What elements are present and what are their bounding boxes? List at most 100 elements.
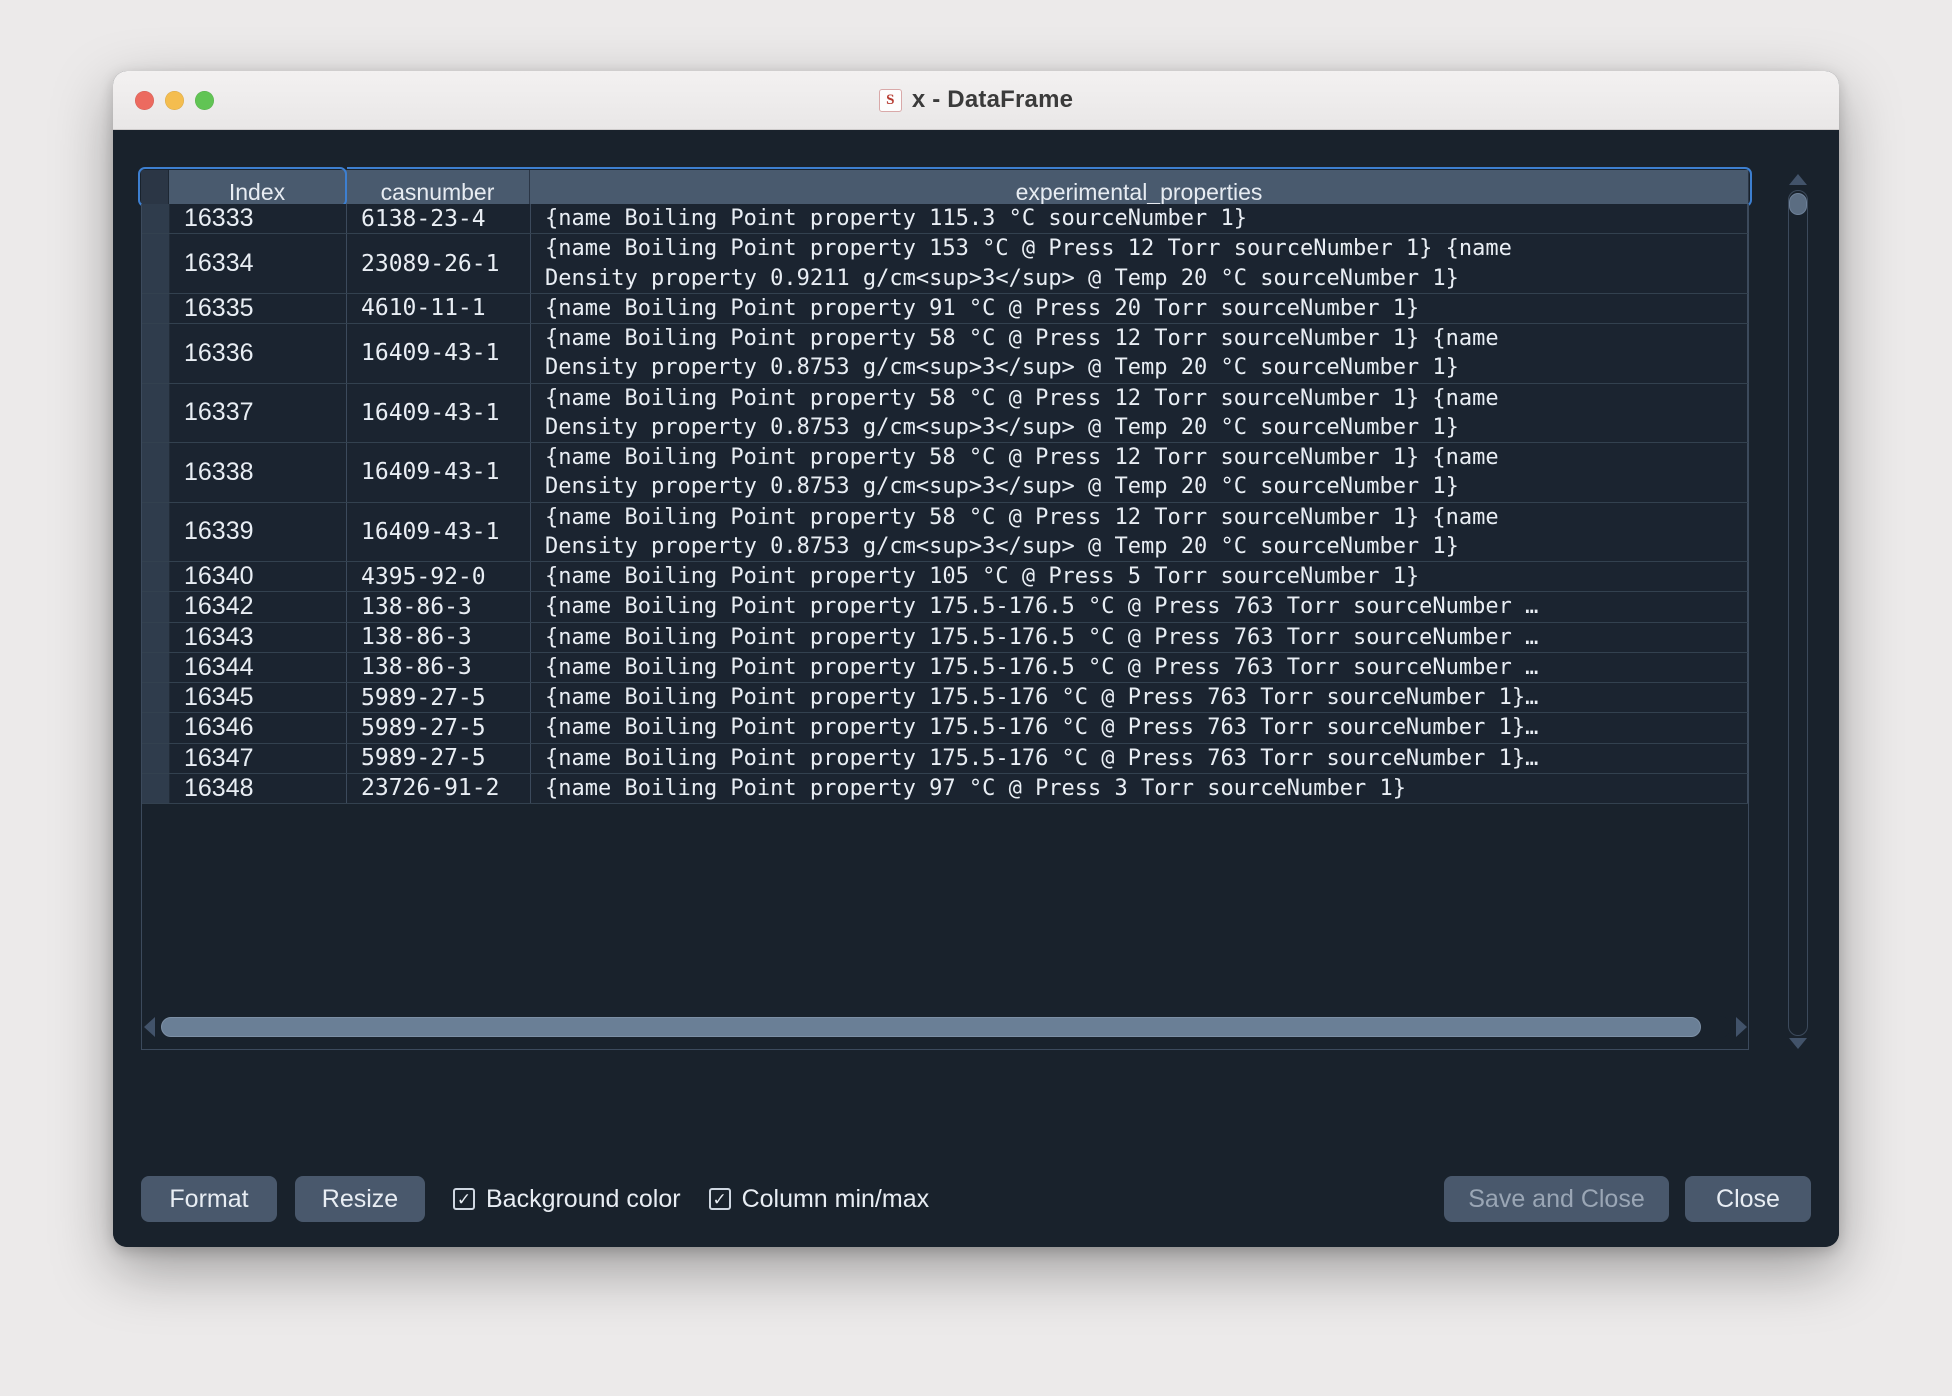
scroll-left-arrow-icon[interactable] (141, 1017, 157, 1037)
table-row[interactable]: 16340 4395-92-0 {name Boiling Point prop… (142, 562, 1748, 593)
close-button[interactable]: Close (1685, 1176, 1811, 1222)
cell-casnumber[interactable]: 5989-27-5 (347, 743, 531, 773)
table-corner-header[interactable] (141, 170, 169, 204)
cell-experimental-properties[interactable]: {name Boiling Point property 91 °C @ Pre… (531, 293, 1748, 323)
row-selector[interactable] (142, 683, 170, 713)
cell-experimental-properties[interactable]: {name Boiling Point property 115.3 °C so… (531, 204, 1748, 234)
cell-experimental-properties[interactable]: {name Boiling Point property 58 °C @ Pre… (531, 502, 1748, 561)
table-row[interactable]: 16344 138-86-3 {name Boiling Point prope… (142, 652, 1748, 683)
table-row[interactable]: 16347 5989-27-5 {name Boiling Point prop… (142, 743, 1748, 774)
cell-experimental-properties[interactable]: {name Boiling Point property 175.5-176.5… (531, 592, 1748, 622)
row-selector[interactable] (142, 293, 170, 323)
cell-casnumber[interactable]: 23726-91-2 (347, 773, 531, 803)
table-row[interactable]: 16338 16409-43-1 {name Boiling Point pro… (142, 443, 1748, 503)
cell-casnumber[interactable]: 5989-27-5 (347, 713, 531, 743)
row-selector[interactable] (142, 773, 170, 803)
cell-experimental-properties[interactable]: {name Boiling Point property 105 °C @ Pr… (531, 562, 1748, 592)
horizontal-scrollbar[interactable] (141, 1014, 1749, 1040)
cell-casnumber[interactable]: 6138-23-4 (347, 204, 531, 234)
cell-experimental-properties[interactable]: {name Boiling Point property 175.5-176 °… (531, 683, 1748, 713)
cell-index[interactable]: 16340 (170, 562, 347, 592)
horizontal-scroll-thumb[interactable] (161, 1017, 1701, 1037)
row-selector[interactable] (142, 443, 170, 502)
cell-casnumber[interactable]: 16409-43-1 (347, 443, 531, 502)
cell-index[interactable]: 16334 (170, 234, 347, 293)
cell-index[interactable]: 16342 (170, 592, 347, 622)
row-selector[interactable] (142, 713, 170, 743)
scroll-up-arrow-icon[interactable] (1789, 174, 1807, 188)
cell-experimental-properties[interactable]: {name Boiling Point property 153 °C @ Pr… (531, 234, 1748, 293)
table-row[interactable]: 16342 138-86-3 {name Boiling Point prope… (142, 592, 1748, 623)
column-minmax-label: Column min/max (741, 1184, 930, 1213)
cell-casnumber[interactable]: 16409-43-1 (347, 383, 531, 442)
close-window-button[interactable] (135, 90, 154, 110)
cell-experimental-properties[interactable]: {name Boiling Point property 58 °C @ Pre… (531, 443, 1748, 502)
cell-index[interactable]: 16348 (170, 773, 347, 803)
table-row[interactable]: 16346 5989-27-5 {name Boiling Point prop… (142, 713, 1748, 744)
save-and-close-button[interactable]: Save and Close (1444, 1176, 1669, 1222)
cell-index[interactable]: 16347 (170, 743, 347, 773)
cell-casnumber[interactable]: 16409-43-1 (347, 324, 531, 383)
row-selector[interactable] (142, 502, 170, 561)
cell-experimental-properties[interactable]: {name Boiling Point property 175.5-176.5… (531, 622, 1748, 652)
cell-casnumber[interactable]: 4395-92-0 (347, 562, 531, 592)
row-selector[interactable] (142, 562, 170, 592)
table-row[interactable]: 16343 138-86-3 {name Boiling Point prope… (142, 622, 1748, 653)
zoom-window-button[interactable] (195, 90, 214, 110)
vertical-scroll-track[interactable] (1788, 190, 1808, 1036)
row-selector[interactable] (142, 383, 170, 442)
window-titlebar[interactable]: S x - DataFrame (113, 71, 1839, 130)
cell-experimental-properties[interactable]: {name Boiling Point property 175.5-176 °… (531, 743, 1748, 773)
cell-index[interactable]: 16338 (170, 443, 347, 502)
cell-index[interactable]: 16343 (170, 622, 347, 652)
column-header-experimental-properties[interactable]: experimental_properties (530, 170, 1749, 204)
column-header-index[interactable]: Index (169, 170, 346, 204)
cell-index[interactable]: 16333 (170, 204, 347, 234)
table-row[interactable]: 16339 16409-43-1 {name Boiling Point pro… (142, 502, 1748, 562)
row-selector[interactable] (142, 652, 170, 682)
cell-casnumber[interactable]: 4610-11-1 (347, 293, 531, 323)
table-row[interactable]: 16348 23726-91-2 {name Boiling Point pro… (142, 773, 1748, 804)
row-selector[interactable] (142, 234, 170, 293)
cell-casnumber[interactable]: 5989-27-5 (347, 683, 531, 713)
table-row[interactable]: 16334 23089-26-1 {name Boiling Point pro… (142, 234, 1748, 294)
scroll-down-arrow-icon[interactable] (1789, 1038, 1807, 1052)
cell-casnumber[interactable]: 23089-26-1 (347, 234, 531, 293)
table-body[interactable]: 16333 6138-23-4 {name Boiling Point prop… (141, 204, 1749, 1050)
row-selector[interactable] (142, 204, 170, 234)
row-selector[interactable] (142, 324, 170, 383)
cell-casnumber[interactable]: 16409-43-1 (347, 502, 531, 561)
resize-button[interactable]: Resize (295, 1176, 425, 1222)
row-selector[interactable] (142, 743, 170, 773)
row-selector[interactable] (142, 622, 170, 652)
cell-casnumber[interactable]: 138-86-3 (347, 592, 531, 622)
cell-index[interactable]: 16344 (170, 652, 347, 682)
cell-casnumber[interactable]: 138-86-3 (347, 622, 531, 652)
vertical-scrollbar[interactable] (1785, 170, 1811, 1056)
format-button[interactable]: Format (141, 1176, 277, 1222)
cell-experimental-properties[interactable]: {name Boiling Point property 175.5-176 °… (531, 713, 1748, 743)
cell-experimental-properties[interactable]: {name Boiling Point property 97 °C @ Pre… (531, 773, 1748, 803)
cell-index[interactable]: 16346 (170, 713, 347, 743)
minimize-window-button[interactable] (165, 90, 184, 110)
scroll-right-arrow-icon[interactable] (1733, 1017, 1749, 1037)
table-row[interactable]: 16333 6138-23-4 {name Boiling Point prop… (142, 204, 1748, 235)
background-color-checkbox[interactable]: Background color (453, 1185, 681, 1214)
cell-index[interactable]: 16336 (170, 324, 347, 383)
table-row[interactable]: 16345 5989-27-5 {name Boiling Point prop… (142, 683, 1748, 714)
table-row[interactable]: 16337 16409-43-1 {name Boiling Point pro… (142, 383, 1748, 443)
table-row[interactable]: 16335 4610-11-1 {name Boiling Point prop… (142, 293, 1748, 324)
cell-index[interactable]: 16345 (170, 683, 347, 713)
cell-casnumber[interactable]: 138-86-3 (347, 652, 531, 682)
cell-experimental-properties[interactable]: {name Boiling Point property 58 °C @ Pre… (531, 383, 1748, 442)
row-selector[interactable] (142, 592, 170, 622)
column-minmax-checkbox[interactable]: Column min/max (708, 1184, 930, 1214)
column-header-casnumber[interactable]: casnumber (346, 170, 530, 204)
table-row[interactable]: 16336 16409-43-1 {name Boiling Point pro… (142, 324, 1748, 384)
vertical-scroll-thumb[interactable] (1789, 193, 1807, 215)
cell-index[interactable]: 16335 (170, 293, 347, 323)
cell-index[interactable]: 16337 (170, 383, 347, 442)
cell-experimental-properties[interactable]: {name Boiling Point property 58 °C @ Pre… (531, 324, 1748, 383)
cell-experimental-properties[interactable]: {name Boiling Point property 175.5-176.5… (531, 652, 1748, 682)
cell-index[interactable]: 16339 (170, 502, 347, 561)
